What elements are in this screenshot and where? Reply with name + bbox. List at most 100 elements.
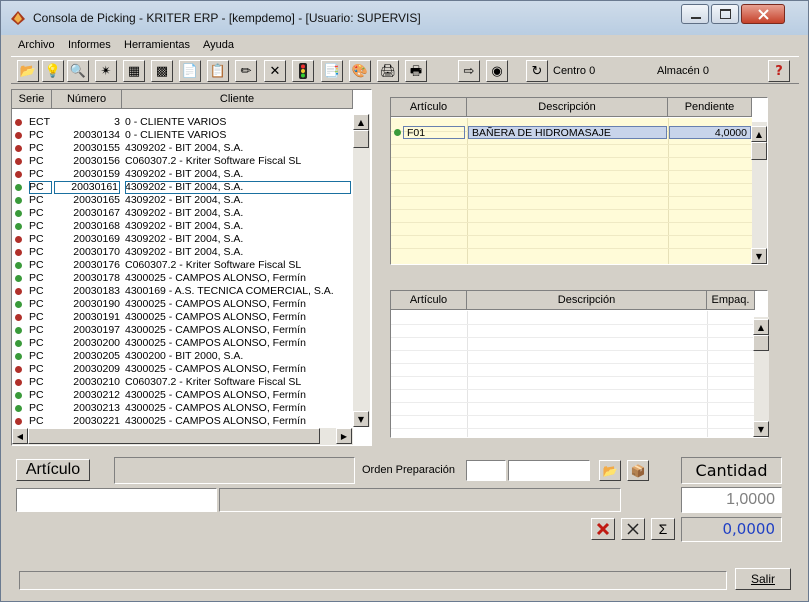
scroll-up-icon[interactable]: ▲ [753, 319, 769, 335]
table-row[interactable]: PC 20030209 4300025 - CAMPOS ALONSO, Fermí… [12, 363, 353, 376]
salir-button[interactable]: Salir [735, 568, 791, 590]
col-header-serie[interactable]: Serie [12, 90, 52, 109]
lightbulb-icon[interactable]: 💡 [42, 60, 64, 82]
table-row[interactable]: PC 20030221 4300025 - CAMPOS ALONSO, Fermí… [12, 415, 353, 428]
export-icon[interactable]: ⇨ [458, 60, 480, 82]
colors-icon[interactable]: 🎨 [349, 60, 371, 82]
table-row[interactable]: PC 20030176 C060307.2 - Kriter Software Fi… [12, 259, 353, 272]
scroll-thumb[interactable] [353, 130, 369, 148]
open-folder-icon[interactable]: 📂 [17, 60, 39, 82]
table-row[interactable]: PC 20030169 4309202 - BIT 2004, S.A. [12, 233, 353, 246]
cell-numero: 20030205 [73, 350, 120, 362]
paste-doc-icon[interactable]: 📋 [207, 60, 229, 82]
sum-button[interactable]: Σ [651, 518, 675, 540]
articulo-input[interactable] [16, 488, 217, 512]
table-row[interactable]: PC 20030200 4300025 - CAMPOS ALONSO, Fermí… [12, 337, 353, 350]
table-row[interactable]: PC 20030210 C060307.2 - Kriter Software Fi… [12, 376, 353, 389]
table-row[interactable]: PC 20030191 4300025 - CAMPOS ALONSO, Fermí… [12, 311, 353, 324]
cell-numero: 20030178 [73, 272, 120, 284]
scroll-thumb[interactable] [753, 335, 769, 351]
delete-x-icon[interactable]: ✕ [264, 60, 286, 82]
menu-archivo[interactable]: Archivo [18, 39, 55, 51]
scroll-right-icon[interactable]: ▶ [336, 428, 352, 444]
table-row[interactable]: PC 20030134 0 - CLIENTE VARIOS [12, 129, 353, 142]
table-row[interactable]: PC 20030183 4300169 - A.S. TECNICA COMERCI… [12, 285, 353, 298]
table-row[interactable]: PC 20030205 4300200 - BIT 2000, S.A. [12, 350, 353, 363]
table-row[interactable]: PC 20030155 4309202 - BIT 2004, S.A. [12, 142, 353, 155]
cell-numero: 20030197 [73, 324, 120, 336]
orders-hscroll[interactable]: ◀ ▶ [12, 428, 353, 445]
packaging-grid: Artículo Descripción Empaq. ▲ ▼ [390, 290, 769, 438]
table-row[interactable]: ECT 3 0 - CLIENTE VARIOS [12, 116, 353, 129]
table-row[interactable]: PC 20030212 4300025 - CAMPOS ALONSO, Fermí… [12, 389, 353, 402]
grid-line [391, 144, 752, 145]
help-icon[interactable]: ? [768, 60, 790, 82]
table-row[interactable]: PC 20030190 4300025 - CAMPOS ALONSO, Fermí… [12, 298, 353, 311]
open-folder-icon[interactable]: 📂 [599, 460, 621, 481]
stamp-icon[interactable]: ◉ [486, 60, 508, 82]
orden-serie-input[interactable] [466, 460, 506, 481]
scroll-down-icon[interactable]: ▼ [751, 248, 767, 264]
printer2-icon[interactable]: 🖶 [405, 60, 427, 82]
grid-line [391, 183, 752, 184]
menu-ayuda[interactable]: Ayuda [203, 39, 234, 51]
documents-icon[interactable]: 📑 [321, 60, 343, 82]
cantidad-input[interactable]: 1,0000 [681, 487, 782, 513]
grid-icon[interactable]: ▦ [123, 60, 145, 82]
table-row[interactable]: PC 20030167 4309202 - BIT 2004, S.A. [12, 207, 353, 220]
orders-vscroll[interactable]: ▲ ▼ [353, 114, 370, 427]
table-row[interactable]: PC 20030197 4300025 - CAMPOS ALONSO, Fermí… [12, 324, 353, 337]
col-header-articulo[interactable]: Artículo [391, 291, 467, 310]
table-row[interactable]: F01 BAÑERA DE HIDROMASAJE 4,0000 [391, 126, 752, 139]
table-row[interactable]: PC 20030213 4300025 - CAMPOS ALONSO, Fermí… [12, 402, 353, 415]
articulo-button[interactable]: Artículo [16, 459, 90, 481]
col-header-descripcion[interactable]: Descripción [467, 291, 707, 310]
close-button[interactable] [741, 4, 785, 24]
status-dot-icon [15, 158, 22, 165]
col-header-cliente[interactable]: Cliente [122, 90, 353, 109]
traffic-light-icon[interactable] [292, 60, 314, 82]
cell-numero: 20030183 [73, 285, 120, 297]
tools-icon[interactable]: ✴ [95, 60, 117, 82]
lines-vscroll[interactable]: ▲ ▼ [751, 122, 767, 264]
table-row[interactable]: PC 20030161 4309202 - BIT 2004, S.A. [12, 181, 353, 194]
printer-icon[interactable]: 🖨 [377, 60, 399, 82]
table-row[interactable]: PC 20030156 C060307.2 - Kriter Software Fi… [12, 155, 353, 168]
refresh-icon[interactable]: ↻ [526, 60, 548, 82]
cell-cliente: C060307.2 - Kriter Software Fiscal SL [125, 155, 302, 167]
clear-button[interactable] [621, 518, 645, 540]
table-row[interactable]: PC 20030159 4309202 - BIT 2004, S.A. [12, 168, 353, 181]
col-header-pendiente[interactable]: Pendiente [668, 98, 752, 117]
maximize-button[interactable] [711, 4, 739, 24]
orden-numero-input[interactable] [508, 460, 590, 481]
eraser-icon[interactable]: ✏ [235, 60, 257, 82]
cancel-button[interactable] [591, 518, 615, 540]
menu-herramientas[interactable]: Herramientas [124, 39, 190, 51]
table-row[interactable]: PC 20030170 4309202 - BIT 2004, S.A. [12, 246, 353, 259]
status-dot-icon [15, 223, 22, 230]
scroll-up-icon[interactable]: ▲ [751, 126, 767, 142]
table-row[interactable]: PC 20030178 4300025 - CAMPOS ALONSO, Fermí… [12, 272, 353, 285]
scroll-up-icon[interactable]: ▲ [353, 114, 369, 130]
col-header-descripcion[interactable]: Descripción [467, 98, 668, 117]
col-header-numero[interactable]: Número [52, 90, 122, 109]
minimize-button[interactable] [681, 4, 709, 24]
table-icon[interactable]: ▩ [151, 60, 173, 82]
scroll-down-icon[interactable]: ▼ [753, 421, 769, 437]
pack-tool-icon[interactable]: 📦 [627, 460, 649, 481]
menu-informes[interactable]: Informes [68, 39, 111, 51]
table-row[interactable]: PC 20030165 4309202 - BIT 2004, S.A. [12, 194, 353, 207]
packaging-vscroll[interactable]: ▲ ▼ [753, 317, 769, 437]
preview-icon[interactable]: 🔍 [67, 60, 89, 82]
scroll-left-icon[interactable]: ◀ [12, 428, 28, 444]
cell-serie: PC [29, 168, 44, 180]
table-row[interactable]: PC 20030168 4309202 - BIT 2004, S.A. [12, 220, 353, 233]
hscroll-thumb[interactable] [28, 428, 320, 444]
copy-doc-icon[interactable]: 📄 [179, 60, 201, 82]
col-header-articulo[interactable]: Artículo [391, 98, 467, 117]
cell-numero: 20030176 [73, 259, 120, 271]
status-dot-icon [15, 171, 22, 178]
scroll-down-icon[interactable]: ▼ [353, 411, 369, 427]
scroll-thumb[interactable] [751, 142, 767, 160]
col-header-empaq[interactable]: Empaq. [707, 291, 755, 310]
